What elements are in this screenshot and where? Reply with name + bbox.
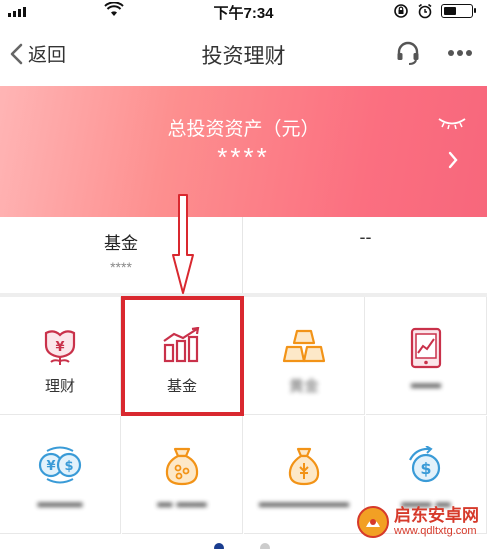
tile-6[interactable]: ▬ ▬▬ bbox=[122, 416, 243, 534]
fund-summary-value: **** bbox=[110, 259, 132, 275]
second-summary-name: -- bbox=[359, 227, 372, 247]
summary-row: 基金 **** -- bbox=[0, 217, 487, 297]
tile-4[interactable]: ▬▬ bbox=[366, 297, 487, 415]
alarm-icon bbox=[418, 3, 432, 19]
fund-summary-cell[interactable]: 基金 **** bbox=[0, 217, 243, 293]
tile-fund[interactable]: 基金 bbox=[121, 296, 244, 416]
status-bar: 下午7:34 bbox=[0, 0, 487, 22]
second-summary-cell[interactable]: -- bbox=[244, 217, 487, 293]
nav-bar: 返回 投资理财 bbox=[0, 22, 487, 86]
tile-label: ▬▬ bbox=[411, 375, 441, 392]
orientation-lock-icon bbox=[394, 4, 408, 18]
tile-7[interactable]: ▬▬▬▬▬▬ bbox=[244, 416, 365, 534]
tile-label: ▬▬▬ bbox=[37, 494, 83, 511]
page-indicator bbox=[0, 541, 487, 549]
tile-5[interactable]: ¥ $ ▬▬▬ bbox=[0, 416, 121, 534]
money-bag-icon bbox=[165, 447, 199, 486]
money-sack-icon bbox=[288, 447, 320, 486]
watermark-name: 启东安卓网 bbox=[394, 506, 479, 525]
annotation-arrow-icon bbox=[172, 194, 194, 294]
hide-balance-eye-icon[interactable] bbox=[437, 116, 467, 130]
total-assets-title: 总投资资产（元） bbox=[167, 119, 320, 140]
tablet-chart-icon bbox=[410, 327, 442, 369]
svg-text:$: $ bbox=[64, 459, 73, 474]
fund-summary-name: 基金 bbox=[104, 234, 138, 253]
total-assets-banner[interactable]: 总投资资产（元） **** bbox=[0, 86, 487, 217]
svg-text:¥: ¥ bbox=[46, 459, 55, 474]
more-options-icon[interactable] bbox=[447, 49, 473, 57]
tile-wealth-management[interactable]: ¥ 理财 bbox=[0, 297, 121, 415]
tile-label: 基金 bbox=[166, 378, 197, 395]
flower-yen-icon: ¥ bbox=[44, 330, 76, 365]
gold-bars-icon bbox=[282, 329, 326, 363]
product-grid: ¥ 理财 基金 黄金 ▬▬ ¥ $ ▬▬▬ ▬ ▬▬ ▬▬▬▬▬▬ $ ▬▬ ▬ bbox=[0, 296, 487, 537]
tile-label: ▬▬▬▬▬▬ bbox=[259, 494, 349, 511]
battery-fill bbox=[444, 7, 456, 15]
watermark-logo-icon bbox=[357, 506, 389, 538]
customer-service-icon[interactable] bbox=[395, 40, 421, 66]
total-assets-value: **** bbox=[217, 142, 270, 172]
page-dot-inactive[interactable] bbox=[260, 543, 270, 549]
watermark-url: www.qdltxtg.com bbox=[394, 525, 477, 537]
tile-gold[interactable]: 黄金 bbox=[244, 297, 365, 415]
chevron-right-icon[interactable] bbox=[447, 150, 459, 170]
svg-text:¥: ¥ bbox=[55, 340, 64, 355]
tile-label: ▬ ▬▬ bbox=[157, 494, 207, 511]
svg-text:$: $ bbox=[420, 459, 431, 478]
dollar-coin-icon: $ bbox=[409, 446, 441, 483]
battery-icon bbox=[441, 4, 476, 18]
tile-label: 黄金 bbox=[288, 378, 319, 395]
tile-label: 理财 bbox=[44, 378, 75, 395]
page-dot-active[interactable] bbox=[214, 543, 224, 549]
currency-exchange-icon: ¥ $ bbox=[38, 446, 82, 484]
bar-chart-icon bbox=[163, 327, 200, 363]
site-watermark: 启东安卓网 www.qdltxtg.com bbox=[356, 505, 479, 539]
